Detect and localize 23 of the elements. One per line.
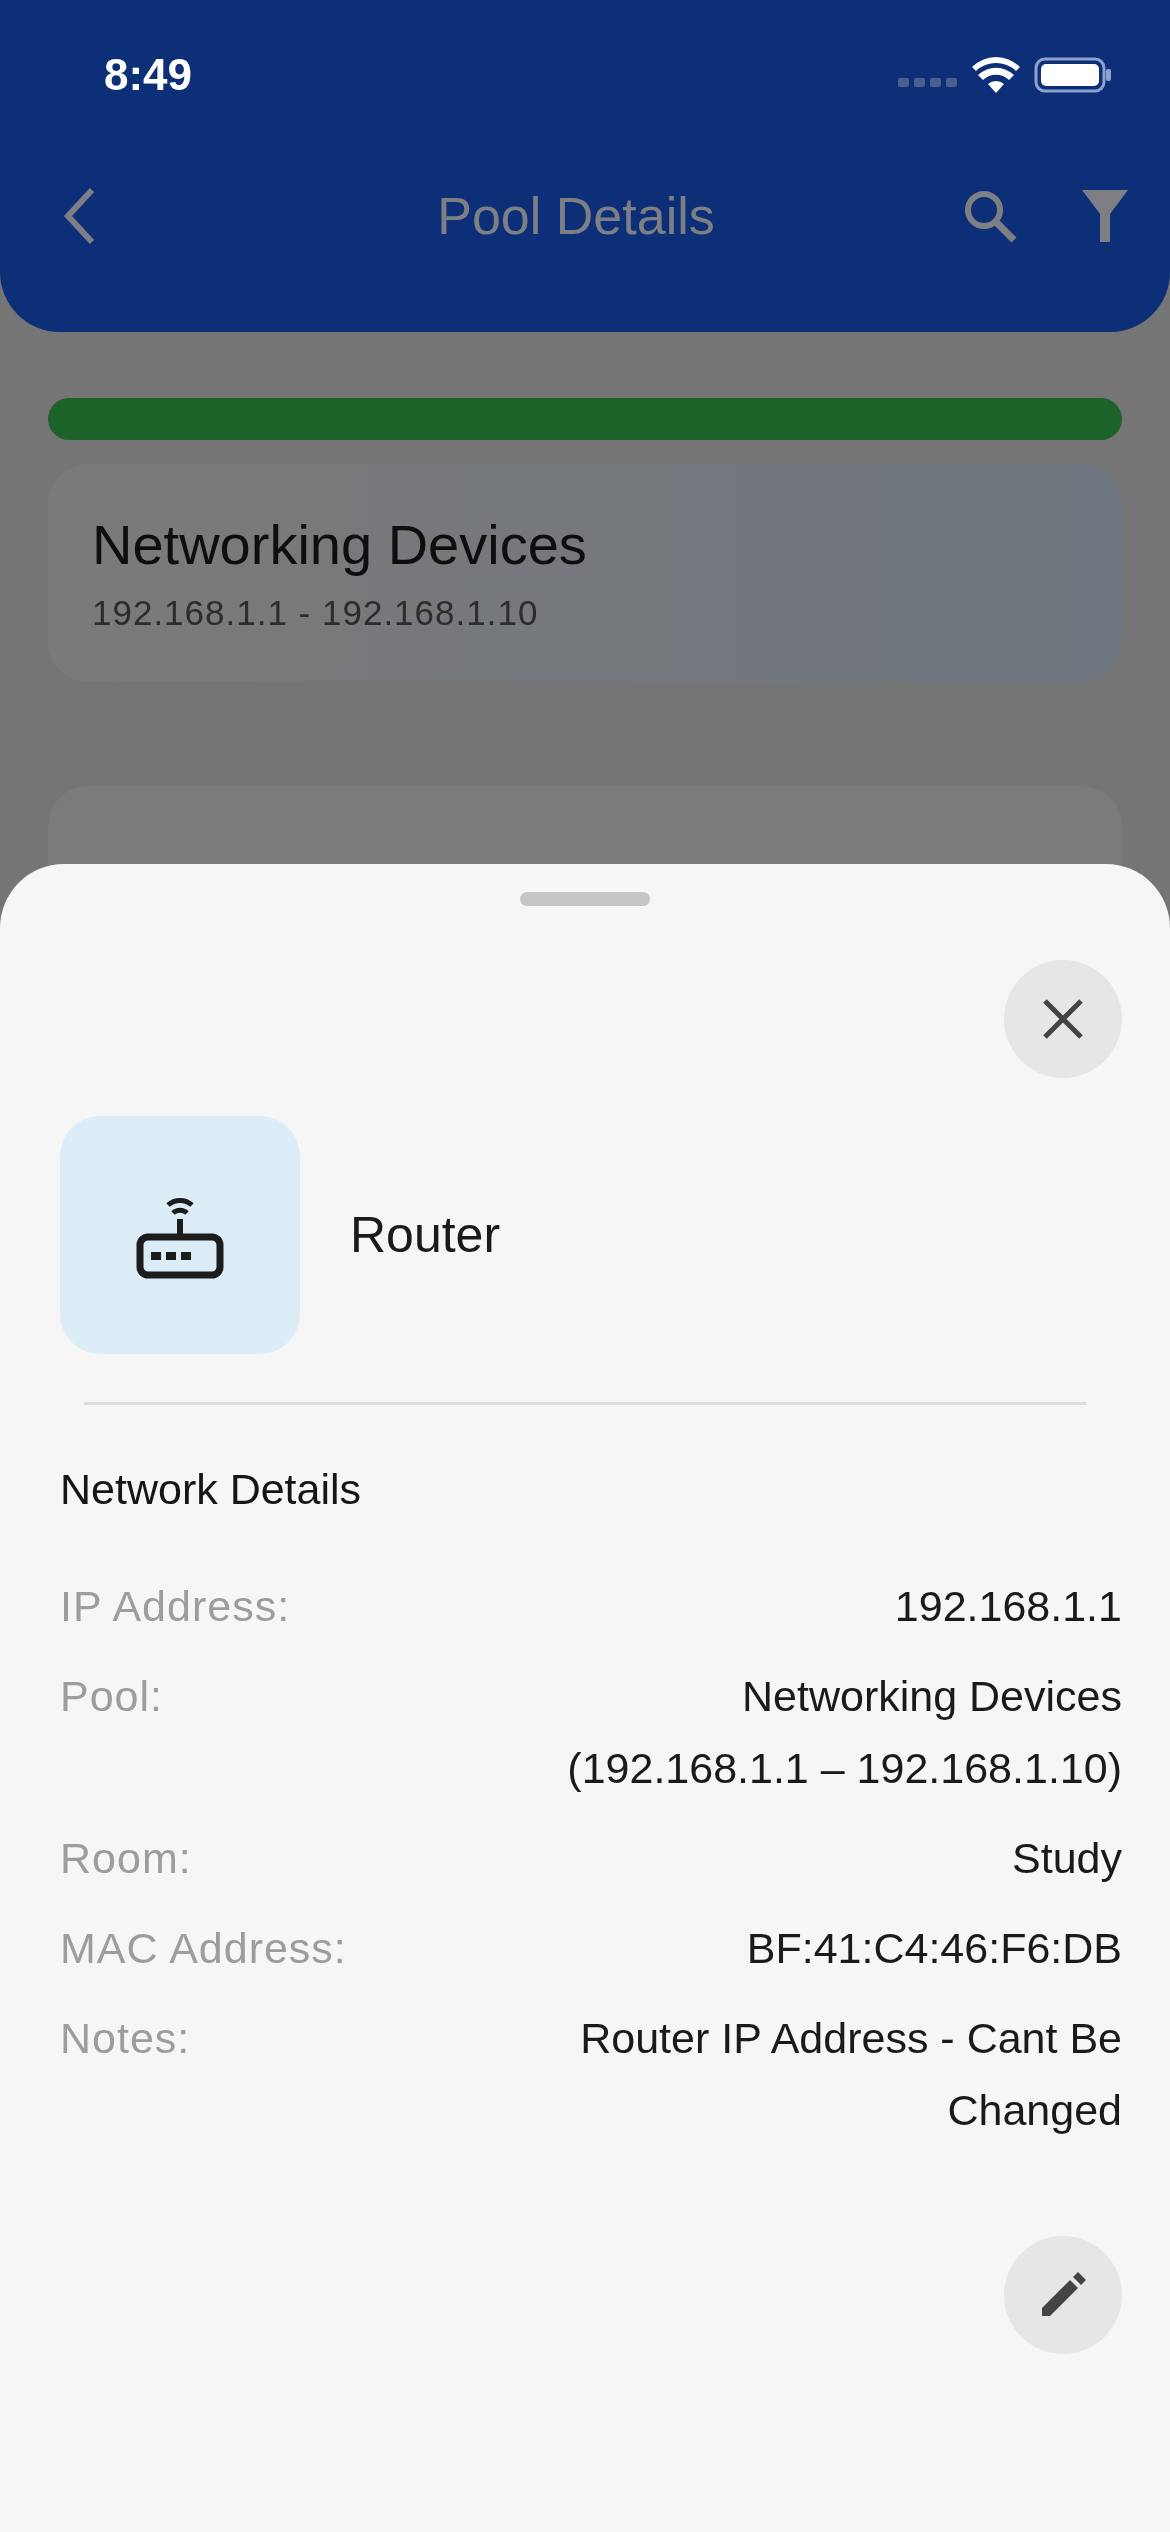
detail-value: Networking Devices (192.168.1.1 – 192.168.1.10) <box>566 1671 1122 1794</box>
detail-value: BF:41:C4:46:F6:DB <box>746 1923 1122 1974</box>
detail-value: Study <box>1012 1833 1122 1884</box>
status-time: 8:49 <box>104 50 193 100</box>
detail-label: MAC Address: <box>60 1923 347 1974</box>
pool-range: 192.168.1.1 - 192.168.1.10 <box>92 593 540 633</box>
battery-icon <box>1034 57 1112 93</box>
filter-button[interactable] <box>1080 188 1130 244</box>
screen-title: Pool Details <box>436 186 716 246</box>
detail-label: Notes: <box>60 2013 192 2064</box>
search-button[interactable] <box>962 188 1018 244</box>
drag-handle[interactable] <box>520 892 650 906</box>
pool-name: Networking Devices <box>92 512 588 577</box>
wifi-icon <box>972 57 1020 93</box>
section-title: Network Details <box>60 1465 363 1514</box>
detail-label: IP Address: <box>60 1581 292 1632</box>
detail-label: Pool: <box>60 1671 164 1722</box>
close-icon <box>1041 997 1085 1041</box>
signal-icon <box>898 75 958 89</box>
device-name: Router <box>350 1206 501 1264</box>
detail-value: Router IP Address - Cant Be Changed <box>579 2013 1122 2136</box>
detail-label: Room: <box>60 1833 193 1884</box>
detail-value: 192.168.1.1 <box>894 1581 1122 1632</box>
